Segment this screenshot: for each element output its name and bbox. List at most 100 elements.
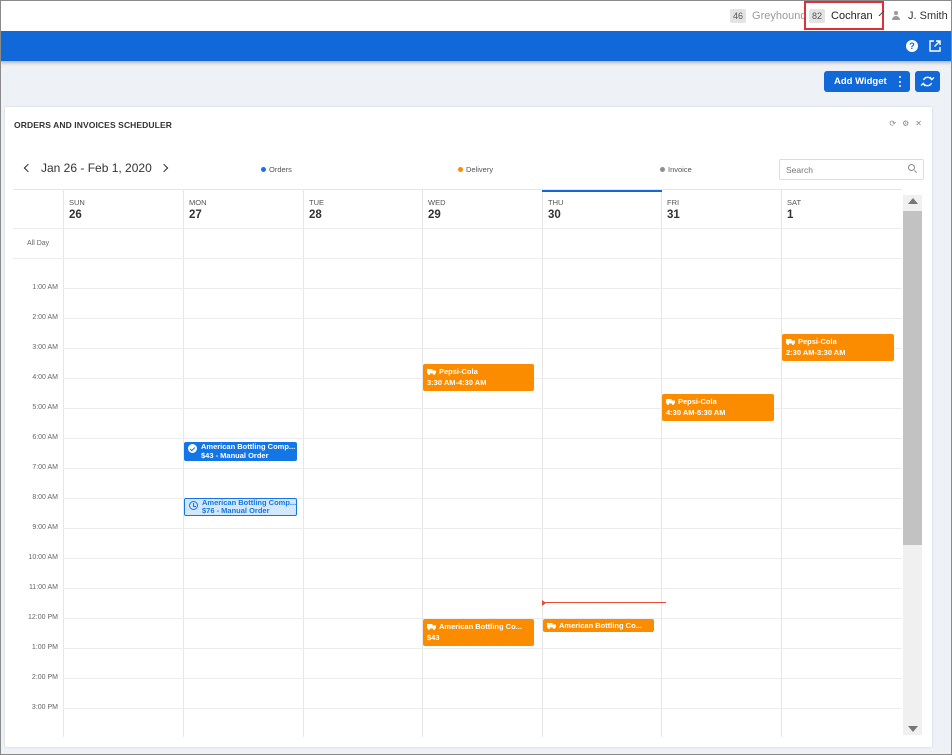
hour-line bbox=[63, 348, 902, 349]
event-title: Pepsi-Cola bbox=[439, 367, 478, 376]
header-divider bbox=[13, 228, 902, 229]
more-options-icon[interactable] bbox=[899, 76, 901, 87]
day-header-sat[interactable]: SAT 1 bbox=[787, 198, 801, 221]
time-label: 5:00 AM bbox=[32, 404, 58, 411]
event-order-pending[interactable]: American Bottling Comp... $76 - Manual O… bbox=[184, 498, 297, 516]
hour-line bbox=[63, 678, 902, 679]
day-header-tue[interactable]: TUE 28 bbox=[309, 198, 324, 221]
hour-line bbox=[63, 528, 902, 529]
event-title: Pepsi-Cola bbox=[798, 337, 837, 346]
day-number: 27 bbox=[189, 209, 202, 221]
allday-divider bbox=[13, 258, 902, 259]
event-time: 4:30 AM-5:30 AM bbox=[666, 408, 726, 417]
hour-line bbox=[63, 288, 902, 289]
scroll-thumb[interactable] bbox=[903, 211, 922, 545]
check-circle-icon bbox=[188, 444, 197, 453]
all-day-label: All Day bbox=[27, 240, 50, 247]
hour-line bbox=[63, 408, 902, 409]
current-time-line bbox=[544, 602, 666, 603]
account-switch-cochran[interactable]: 82 Cochran bbox=[804, 1, 885, 30]
time-label: 2:00 AM bbox=[32, 314, 58, 321]
time-label: 2:00 PM bbox=[31, 674, 58, 681]
today-indicator bbox=[542, 190, 662, 192]
calendar-scrollbar[interactable] bbox=[903, 195, 922, 735]
search-input[interactable] bbox=[779, 159, 924, 180]
widget-tools: ⟳ ⚙ ✕ bbox=[889, 120, 922, 128]
column-divider bbox=[661, 190, 662, 737]
previous-week-button[interactable] bbox=[23, 163, 33, 173]
truck-icon bbox=[547, 622, 556, 629]
legend-orders: Orders bbox=[261, 165, 292, 174]
account-badge: 82 bbox=[809, 8, 826, 23]
hour-line bbox=[63, 468, 902, 469]
scroll-down-icon[interactable] bbox=[908, 726, 918, 732]
event-delivery[interactable]: Pepsi-Cola 2:30 AM-3:30 AM bbox=[782, 334, 894, 361]
column-divider bbox=[303, 190, 304, 737]
hour-line bbox=[63, 558, 902, 559]
user-menu[interactable]: J. Smith bbox=[891, 0, 948, 31]
close-icon[interactable]: ✕ bbox=[915, 120, 922, 128]
refresh-icon bbox=[920, 76, 935, 87]
add-widget-button[interactable]: Add Widget bbox=[824, 71, 910, 92]
time-label: 6:00 AM bbox=[32, 434, 58, 441]
calendar-grid: SUN 26 MON 27 TUE 28 WED 29 THU 30 FRI 3… bbox=[13, 189, 902, 737]
time-label: 7:00 AM bbox=[32, 464, 58, 471]
event-delivery[interactable]: Pepsi-Cola 3:30 AM-4:30 AM bbox=[423, 364, 534, 391]
day-header-wed[interactable]: WED 29 bbox=[428, 198, 446, 221]
scroll-up-icon[interactable] bbox=[908, 198, 918, 204]
day-name: WED bbox=[428, 198, 446, 207]
event-title: American Bottling Co... bbox=[559, 621, 642, 630]
day-number: 31 bbox=[667, 209, 680, 221]
legend-label: Delivery bbox=[466, 165, 494, 174]
time-label: 1:00 AM bbox=[32, 284, 58, 291]
column-divider bbox=[781, 190, 782, 737]
add-widget-label: Add Widget bbox=[834, 76, 887, 87]
day-name: MON bbox=[189, 198, 207, 207]
account-name: Greyhound bbox=[752, 9, 807, 22]
day-header-fri[interactable]: FRI 31 bbox=[667, 198, 680, 221]
date-range: Jan 26 - Feb 1, 2020 bbox=[41, 161, 152, 175]
event-time: 3:30 AM-4:30 AM bbox=[427, 378, 487, 387]
event-delivery[interactable]: American Bottling Co... bbox=[543, 619, 654, 632]
time-label: 12:00 PM bbox=[28, 614, 58, 621]
day-name: THU bbox=[548, 198, 564, 207]
refresh-button[interactable] bbox=[915, 71, 940, 92]
hour-line bbox=[63, 318, 902, 319]
day-name: TUE bbox=[309, 198, 324, 207]
account-switch-greyhound[interactable]: 46 Greyhound bbox=[730, 0, 806, 31]
next-week-button[interactable] bbox=[159, 163, 169, 173]
truck-icon bbox=[427, 623, 436, 630]
clock-icon bbox=[189, 501, 198, 510]
account-name: Cochran bbox=[831, 9, 873, 22]
help-icon[interactable]: ? bbox=[906, 40, 918, 52]
gear-icon[interactable]: ⚙ bbox=[902, 120, 909, 128]
search-icon[interactable] bbox=[908, 164, 915, 171]
day-header-thu[interactable]: THU 30 bbox=[548, 198, 563, 221]
current-time-marker bbox=[542, 600, 546, 606]
day-number: 28 bbox=[309, 209, 322, 221]
external-link-icon[interactable] bbox=[929, 40, 941, 52]
time-label: 3:00 AM bbox=[32, 344, 58, 351]
time-label: 8:00 AM bbox=[32, 494, 58, 501]
day-header-sun[interactable]: SUN 26 bbox=[69, 198, 85, 221]
hour-line bbox=[63, 648, 902, 649]
day-name: SUN bbox=[69, 198, 85, 207]
event-delivery[interactable]: American Bottling Co... $43 bbox=[423, 619, 534, 646]
event-detail: $43 bbox=[427, 633, 440, 642]
day-number: 29 bbox=[428, 209, 441, 221]
refresh-icon[interactable]: ⟳ bbox=[889, 120, 896, 128]
time-label: 3:00 PM bbox=[31, 704, 58, 711]
top-bar: 46 Greyhound 82 Cochran J. Smith bbox=[0, 0, 952, 31]
time-label: 10:00 AM bbox=[28, 554, 58, 561]
day-number: 26 bbox=[69, 209, 82, 221]
column-divider bbox=[183, 190, 184, 737]
legend-dot-icon bbox=[458, 167, 463, 172]
column-divider bbox=[542, 190, 543, 737]
legend-invoice: Invoice bbox=[660, 165, 692, 174]
event-delivery[interactable]: Pepsi-Cola 4:30 AM-5:30 AM bbox=[662, 394, 774, 421]
day-number: 1 bbox=[787, 209, 794, 221]
day-name: FRI bbox=[667, 198, 680, 207]
event-title: American Bottling Co... bbox=[439, 622, 522, 631]
day-header-mon[interactable]: MON 27 bbox=[189, 198, 207, 221]
event-order-confirmed[interactable]: American Bottling Comp... $43 - Manual O… bbox=[184, 442, 297, 461]
